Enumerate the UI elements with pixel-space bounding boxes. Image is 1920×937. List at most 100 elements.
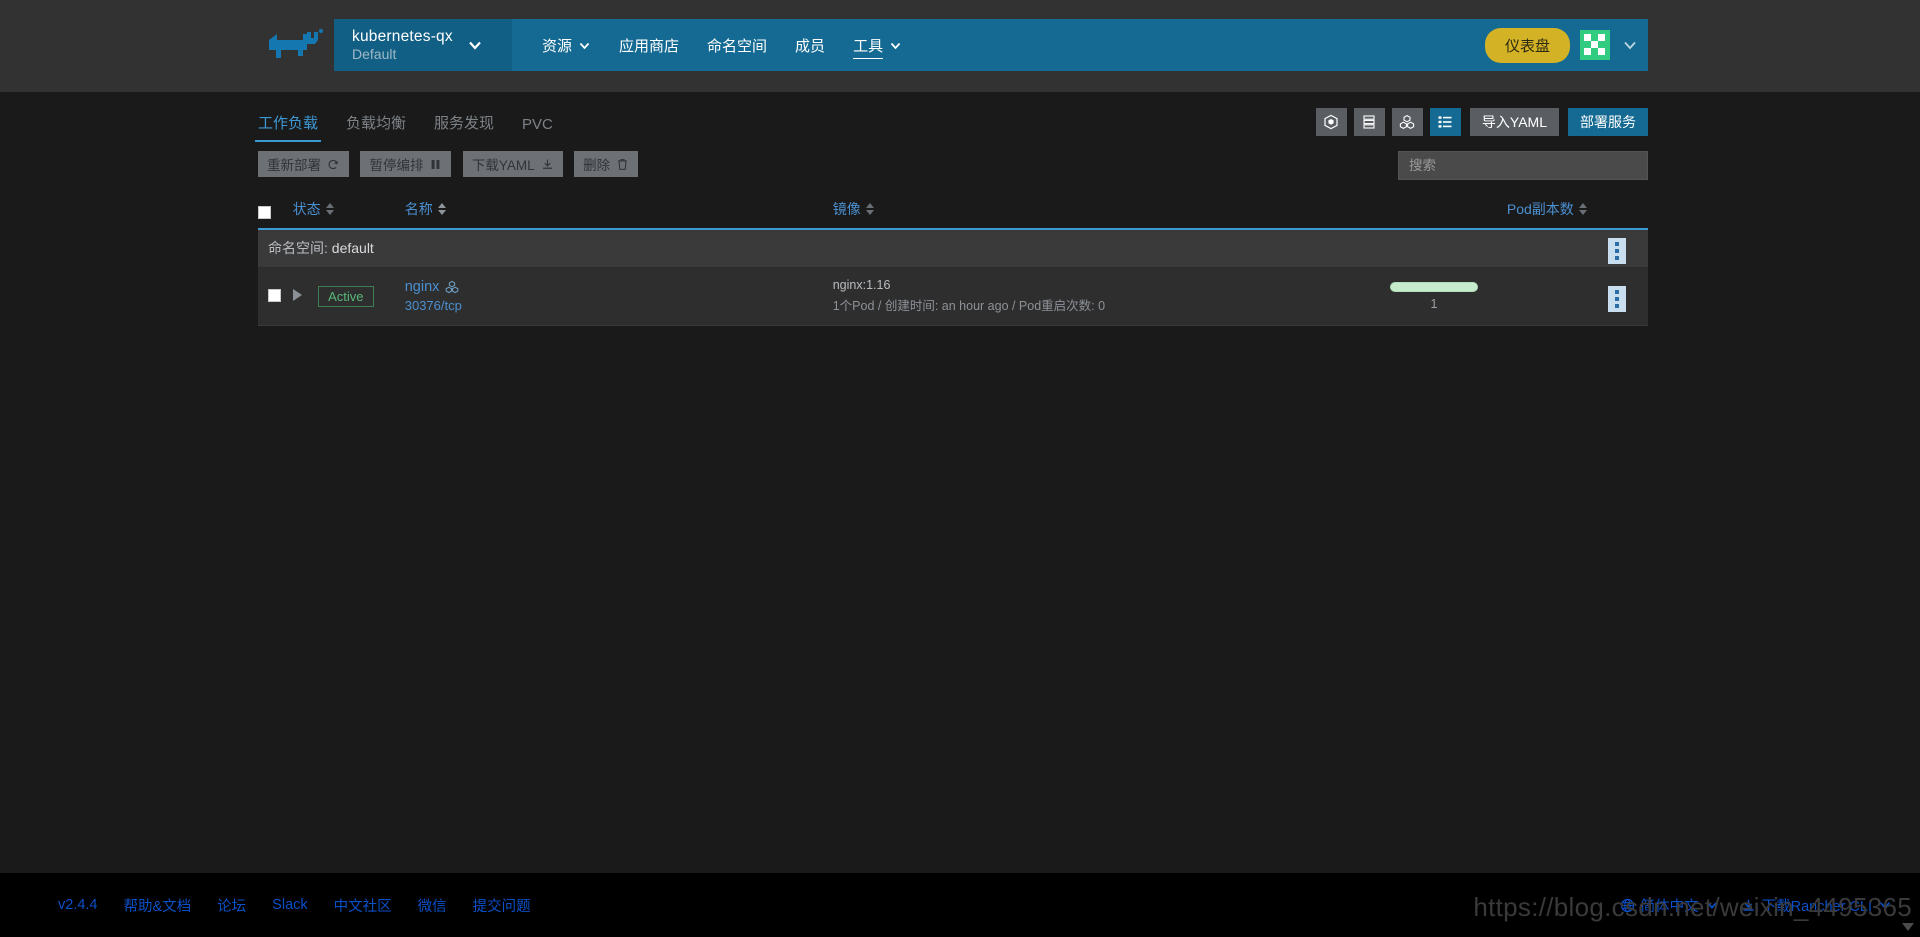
header-right-controls: 仪表盘	[1484, 19, 1648, 71]
column-pods-sort[interactable]: Pod副本数	[1507, 199, 1587, 219]
footer-link-wechat[interactable]: 微信	[418, 895, 447, 916]
download-yaml-label: 下载YAML	[471, 158, 535, 173]
namespace-group-value: default	[331, 240, 374, 257]
footer-link-slack[interactable]: Slack	[272, 897, 307, 913]
chevron-down-icon[interactable]	[1622, 37, 1638, 53]
kebab-menu-icon[interactable]	[1608, 285, 1627, 312]
tab-workloads[interactable]: 工作负载	[254, 112, 322, 142]
kebab-menu-icon[interactable]	[1608, 237, 1627, 264]
namespace-group-actions-cell	[1586, 229, 1648, 268]
nav-item-label: 成员	[795, 37, 826, 55]
rancher-cow-logo	[269, 29, 323, 58]
table-row[interactable]: Active nginx 30376/tcp nginx:1.16 1个Pod …	[258, 267, 1648, 326]
row-image-cell: nginx:1.16 1个Pod / 创建时间: an hour ago / P…	[832, 267, 1282, 326]
pause-orchestration-label: 暂停编排	[369, 158, 424, 173]
workloads-table: 状态 名称 镜像 Pod副本数 命名空间: default Active ngi…	[258, 199, 1648, 326]
redo-icon	[328, 159, 338, 169]
nav-item-label: 命名空间	[707, 37, 768, 55]
delete-label: 删除	[583, 158, 611, 173]
namespace-group-separator: :	[324, 240, 328, 257]
main-content: 工作负载 负载均衡 服务发现 PVC 导入YAML 部署服务 重新部署 暂停编排…	[254, 92, 1648, 372]
chevron-down-icon	[1879, 902, 1891, 909]
nav-item-app-store[interactable]: 应用商店	[605, 19, 693, 71]
cluster-project: Default	[352, 45, 397, 62]
row-checkbox[interactable]	[268, 289, 281, 303]
dashboard-button[interactable]: 仪表盘	[1484, 27, 1570, 63]
sort-arrows-icon	[325, 203, 334, 215]
sort-arrows-icon	[437, 203, 446, 215]
server-stack-view-button[interactable]	[1353, 108, 1385, 136]
list-view-icon	[1438, 116, 1452, 128]
select-all-cell	[258, 199, 293, 230]
select-all-checkbox[interactable]	[258, 205, 271, 219]
chevron-down-icon	[579, 42, 590, 49]
scroll-down-caret-icon	[1902, 923, 1914, 931]
tab-load-balancing[interactable]: 负载均衡	[346, 112, 406, 142]
column-actions	[1586, 199, 1648, 230]
view-toolbar: 导入YAML 部署服务	[1315, 108, 1648, 136]
footer-link-version[interactable]: v2.4.4	[58, 897, 98, 913]
footer-link-docs[interactable]: 帮助&文档	[124, 895, 192, 916]
download-yaml-button[interactable]: 下载YAML	[462, 151, 563, 177]
column-image: 镜像	[832, 199, 1282, 230]
search-box[interactable]	[1398, 151, 1648, 180]
pause-orchestration-button[interactable]: 暂停编排	[360, 151, 452, 177]
avatar[interactable]	[1580, 30, 1610, 60]
nav-item-label: 资源	[542, 37, 573, 55]
workload-name-link[interactable]: nginx	[405, 279, 440, 295]
deploy-service-button[interactable]: 部署服务	[1568, 108, 1648, 136]
search-input[interactable]	[1399, 152, 1647, 179]
rancher-logo[interactable]	[258, 19, 334, 71]
table-body: 命名空间: default Active nginx 30376/tcp ngi…	[258, 229, 1648, 326]
pod-count: 1	[1430, 296, 1438, 311]
column-pods-label: Pod副本数	[1506, 201, 1574, 217]
delete-button[interactable]: 删除	[574, 151, 639, 177]
table-header-row: 状态 名称 镜像 Pod副本数	[258, 199, 1648, 230]
download-icon	[542, 158, 552, 169]
cube-view-button[interactable]	[1315, 108, 1347, 136]
tabs-bar: 工作负载 负载均衡 服务发现 PVC 导入YAML 部署服务	[254, 92, 1648, 142]
column-image-sort[interactable]: 镜像	[833, 199, 874, 219]
tab-service-discovery[interactable]: 服务发现	[434, 112, 494, 142]
tab-pvc[interactable]: PVC	[522, 116, 553, 142]
app-root: kubernetes-qx Default 资源 应用商店 命名空间 成员 工具…	[0, 0, 1920, 937]
nav-item-tools[interactable]: 工具	[839, 19, 916, 71]
status-badge: Active	[318, 285, 374, 307]
redeploy-button[interactable]: 重新部署	[258, 151, 349, 177]
language-label: 简体中文	[1640, 898, 1699, 915]
cli-download-label: 下载Rancher CLI	[1761, 898, 1872, 915]
list-view-button[interactable]	[1429, 108, 1461, 136]
footer-right-controls: 简体中文 下载Rancher CLI	[1620, 895, 1892, 916]
expand-triangle-icon[interactable]	[292, 288, 302, 301]
column-status: 状态	[292, 199, 405, 230]
nav-item-label: 应用商店	[619, 37, 680, 55]
column-name-sort[interactable]: 名称	[405, 199, 446, 219]
workload-ports[interactable]: 30376/tcp	[405, 298, 833, 313]
sort-arrows-icon	[865, 203, 874, 215]
cluster-selector[interactable]: kubernetes-qx Default	[334, 19, 512, 71]
row-name-cell: nginx 30376/tcp	[404, 267, 833, 326]
cli-download-selector[interactable]: 下载Rancher CLI	[1741, 895, 1892, 916]
table-header: 状态 名称 镜像 Pod副本数	[258, 199, 1648, 230]
column-name-label: 名称	[404, 201, 433, 217]
language-selector[interactable]: 简体中文	[1620, 895, 1719, 916]
chevron-down-icon	[469, 41, 481, 50]
footer-link-forum[interactable]: 论坛	[217, 895, 246, 916]
column-status-sort[interactable]: 状态	[293, 199, 334, 219]
workload-group-icon	[446, 280, 459, 294]
action-toolbar: 重新部署 暂停编排 下载YAML 删除 搜索	[258, 151, 1648, 199]
footer-link-chinese-community[interactable]: 中文社区	[334, 895, 392, 916]
download-icon	[1743, 899, 1754, 911]
workload-group-view-button[interactable]	[1391, 108, 1423, 136]
import-yaml-button[interactable]: 导入YAML	[1469, 108, 1559, 136]
nav-item-members[interactable]: 成员	[781, 19, 839, 71]
chevron-down-icon	[890, 42, 901, 49]
nav-item-namespaces[interactable]: 命名空间	[693, 19, 781, 71]
main-navigation: kubernetes-qx Default 资源 应用商店 命名空间 成员 工具…	[334, 19, 1648, 71]
server-stack-icon	[1363, 115, 1375, 129]
nav-item-resources[interactable]: 资源	[528, 19, 605, 71]
redeploy-label: 重新部署	[267, 158, 321, 173]
cube-icon	[1324, 114, 1339, 130]
footer-link-file-issue[interactable]: 提交问题	[473, 895, 531, 916]
row-status-cell: Active	[292, 267, 405, 326]
